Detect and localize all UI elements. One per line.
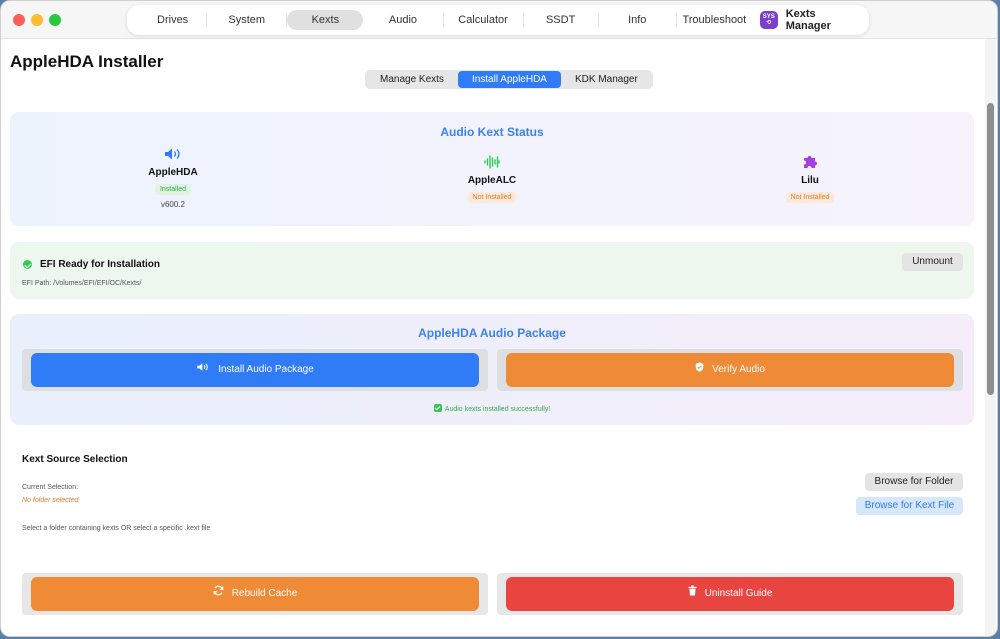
tab-drives[interactable]: Drives [139, 10, 206, 30]
tab-system[interactable]: System [207, 10, 286, 30]
verify-button-container: Verify Audio [497, 349, 963, 391]
install-audio-package-label: Install Audio Package [218, 364, 314, 375]
page-title: AppleHDA Installer [10, 52, 164, 71]
source-help-text: Select a folder containing kexts OR sele… [22, 525, 211, 532]
efi-path: EFI Path: /Volumes/EFI/EFI/OC/Kexts/ [22, 280, 142, 287]
rebuild-button-container: Rebuild Cache [22, 573, 488, 615]
trash-icon [688, 577, 697, 611]
kext-version: v600.2 [160, 200, 186, 209]
top-navigation: Drives System Kexts Audio Calculator SSD… [127, 5, 869, 35]
close-window-button[interactable] [13, 14, 25, 26]
segment-install-applehda[interactable]: Install AppleHDA [457, 71, 561, 88]
uninstall-guide-label: Uninstall Guide [704, 588, 773, 599]
vertical-scrollbar-thumb[interactable] [987, 103, 994, 395]
install-audio-package-button[interactable]: Install Audio Package [31, 353, 479, 387]
kext-status-applealc: AppleALC Not Installed [432, 155, 552, 204]
segment-kdk-manager[interactable]: KDK Manager [561, 71, 652, 88]
kext-source-title: Kext Source Selection [22, 454, 128, 465]
kext-name: AppleALC [467, 175, 517, 186]
kext-status-heading: Audio Kext Status [440, 125, 544, 139]
rebuild-cache-label: Rebuild Cache [231, 588, 298, 599]
status-badge: Not Installed [785, 192, 835, 203]
current-selection-label: Current Selection: [22, 484, 79, 491]
titlebar: Drives System Kexts Audio Calculator SSD… [1, 1, 997, 39]
kext-source-section: Kext Source Selection Current Selection:… [1, 444, 986, 554]
kext-status-panel: Audio Kext Status AppleHDA Installed v60… [10, 112, 974, 226]
tab-troubleshoot[interactable]: Troubleshoot [677, 10, 752, 30]
status-badge: Installed [154, 184, 192, 195]
verify-audio-button[interactable]: Verify Audio [506, 353, 954, 387]
unmount-button[interactable]: Unmount [902, 253, 963, 271]
app-brand: SYS ⟲ Kexts Manager [759, 8, 863, 32]
waveform-icon [432, 155, 552, 171]
kext-name: Lilu [801, 175, 819, 186]
tab-audio[interactable]: Audio [363, 10, 442, 30]
rebuild-cache-button[interactable]: Rebuild Cache [31, 577, 479, 611]
segment-manage-kexts[interactable]: Manage Kexts [366, 71, 458, 88]
efi-status-title: EFI Ready for Installation [40, 259, 161, 270]
browse-folder-button[interactable]: Browse for Folder [865, 473, 963, 491]
current-selection-value: No folder selected [22, 497, 79, 504]
install-success-message: Audio kexts installed successfully! [10, 404, 974, 413]
tab-info[interactable]: Info [599, 10, 676, 30]
tab-ssdt[interactable]: SSDT [524, 10, 598, 30]
kext-status-lilu: Lilu Not Installed [750, 155, 870, 204]
subpage-segmented-control: Manage Kexts Install AppleHDA KDK Manage… [365, 70, 653, 89]
shield-check-icon [695, 353, 704, 387]
kext-name: AppleHDA [148, 167, 198, 178]
app-logo-icon: SYS ⟲ [759, 11, 778, 29]
checkmark-circle-icon [23, 260, 32, 269]
efi-status-panel: EFI Ready for Installation EFI Path: /Vo… [10, 242, 974, 299]
refresh-icon [213, 577, 224, 611]
speaker-icon [113, 147, 233, 163]
tab-kexts[interactable]: Kexts [287, 10, 364, 30]
minimize-window-button[interactable] [31, 14, 43, 26]
install-button-container: Install Audio Package [22, 349, 488, 391]
browse-kext-file-button[interactable]: Browse for Kext File [856, 497, 963, 515]
uninstall-guide-button[interactable]: Uninstall Guide [506, 577, 954, 611]
audio-package-heading: AppleHDA Audio Package [418, 326, 566, 340]
uninstall-button-container: Uninstall Guide [497, 573, 963, 615]
success-text: Audio kexts installed successfully! [444, 406, 551, 413]
kext-status-applehda: AppleHDA Installed v600.2 [113, 147, 233, 209]
checkmark-box-icon [433, 404, 442, 412]
tab-calculator[interactable]: Calculator [443, 10, 522, 30]
app-window: Drives System Kexts Audio Calculator SSD… [0, 0, 998, 637]
audio-package-panel: AppleHDA Audio Package Install Audio Pac… [10, 314, 974, 425]
puzzle-icon [750, 155, 870, 171]
main-content: AppleHDA Installer Manage Kexts Install … [1, 39, 986, 636]
speaker-icon [196, 353, 210, 387]
verify-audio-label: Verify Audio [712, 364, 765, 375]
status-badge: Not Installed [467, 192, 517, 203]
zoom-window-button[interactable] [49, 14, 61, 26]
app-name: Kexts Manager [785, 8, 831, 32]
